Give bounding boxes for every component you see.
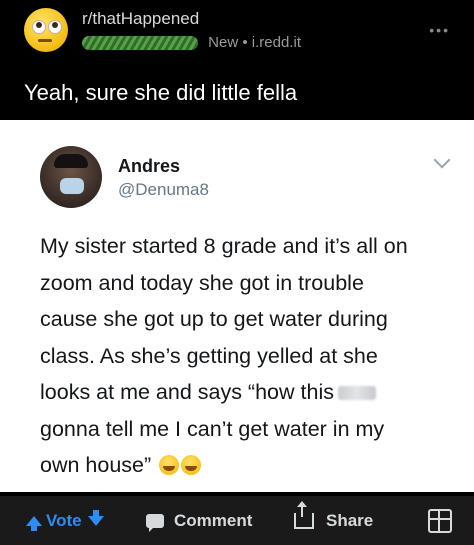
subreddit-name[interactable]: r/thatHappened — [82, 9, 199, 29]
tweet-line-text: own house” — [40, 453, 152, 477]
subreddit-avatar[interactable] — [24, 8, 68, 52]
award-button[interactable] — [428, 496, 452, 545]
tweet-avatar — [40, 146, 102, 208]
tweet-line: class. As she’s getting yelled at she — [40, 343, 378, 368]
tweet-line: zoom and today she got in trouble — [40, 270, 364, 295]
post-header: r/thatHappened New • i.redd.it ••• Yeah,… — [0, 0, 474, 120]
laughing-emoji-icon — [181, 455, 202, 475]
downvote-icon[interactable] — [87, 509, 104, 526]
post-title[interactable]: Yeah, sure she did little fella — [24, 80, 297, 106]
tweet-line-text: looks at me and says “how this — [40, 380, 334, 404]
upvote-icon[interactable] — [26, 515, 42, 531]
post-domain[interactable]: i.redd.it — [252, 34, 301, 51]
mouth-icon — [38, 39, 52, 42]
meta-separator: • — [242, 34, 248, 51]
share-button[interactable]: Share — [294, 496, 373, 545]
comment-button[interactable]: Comment — [146, 496, 252, 545]
censored-word — [337, 386, 376, 401]
tweet-line: cause she got up to get water during — [40, 307, 388, 331]
vote-label: Vote — [46, 510, 82, 530]
tweet-line-censored: looks at me and says “how this — [40, 374, 460, 411]
comment-icon — [146, 513, 164, 532]
gift-icon — [428, 508, 452, 533]
comment-label: Comment — [174, 510, 253, 530]
redacted-username — [82, 36, 198, 51]
laughing-emoji-icon — [159, 455, 180, 475]
tweet-author-handle: @Denuma8 — [118, 180, 209, 199]
chevron-down-icon — [433, 151, 451, 169]
tweet-author-name: Andres — [118, 156, 181, 176]
more-options-icon[interactable]: ••• — [429, 22, 450, 38]
tweet-line-final: own house” — [40, 447, 460, 484]
post-meta: New • i.redd.it — [82, 34, 301, 51]
eye-icon — [48, 20, 62, 34]
eye-icon — [32, 20, 46, 34]
tweet-image[interactable]: Andres @Denuma8 My sister started 8 grad… — [0, 120, 474, 492]
share-icon — [294, 500, 314, 529]
post-action-bar: Vote Comment Share — [0, 496, 474, 545]
tweet-line: My sister started 8 grade and it’s all o… — [40, 234, 408, 258]
share-label: Share — [326, 510, 374, 530]
vote-button[interactable]: Vote — [26, 496, 104, 545]
post-time: New — [208, 34, 239, 51]
tweet-line: gonna tell me I can’t get water in my — [40, 416, 385, 441]
tweet-text: My sister started 8 grade and it’s all o… — [40, 228, 460, 484]
